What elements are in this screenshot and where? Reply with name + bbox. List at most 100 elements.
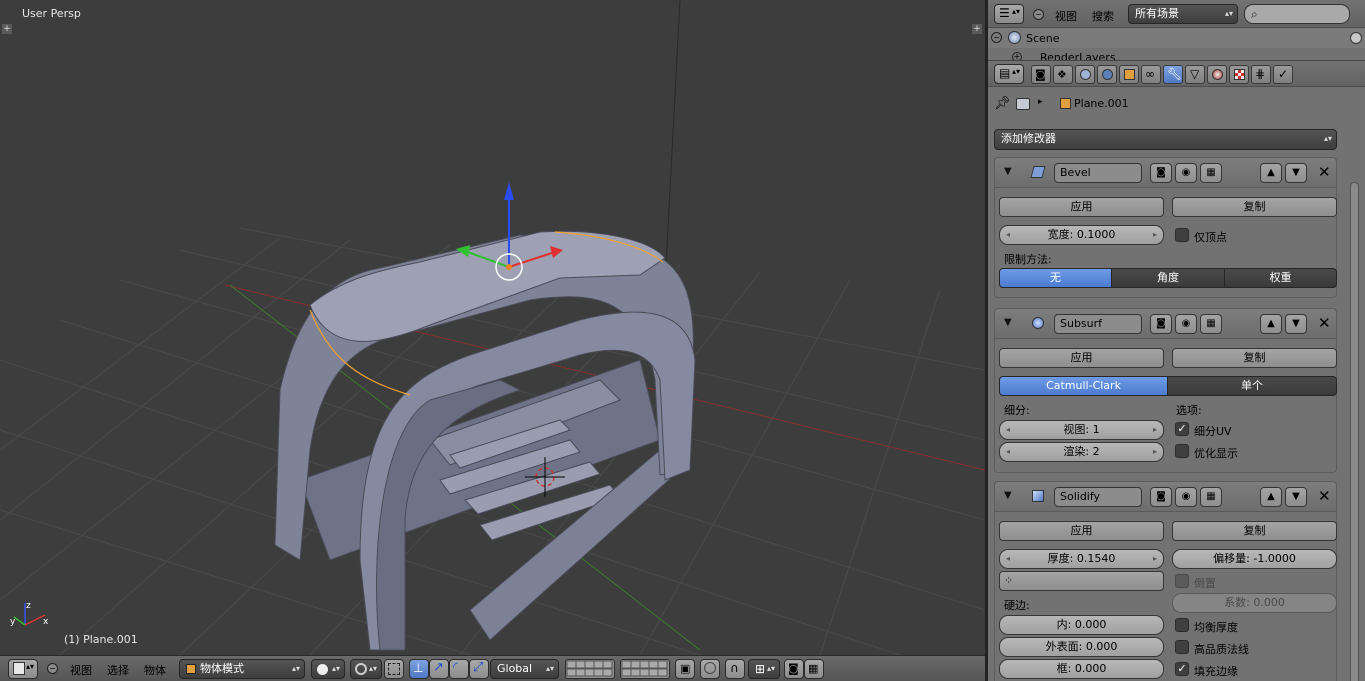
mode-dropdown[interactable]: 物体模式 ▴▾ — [179, 659, 305, 679]
collapse-triangle-icon[interactable]: ▼ — [1004, 317, 1012, 328]
solidify-render-toggle[interactable]: ◙ — [1150, 487, 1172, 507]
increment-arrow-icon[interactable]: ▸ — [1153, 550, 1157, 568]
bevel-limit-none-tab[interactable]: 无 — [999, 268, 1112, 288]
add-modifier-dropdown[interactable]: 添加修改器 ▴▾ — [994, 129, 1337, 150]
subsurf-optimal-display-checkbox[interactable] — [1175, 444, 1189, 458]
subsurf-subdivide-uvs-checkbox[interactable]: ✓ — [1175, 422, 1189, 436]
collapse-menu-icon[interactable]: − — [1033, 9, 1044, 20]
menu-object[interactable]: 物体 — [144, 662, 166, 678]
solidify-viewport-toggle[interactable]: ◉ — [1175, 487, 1197, 507]
decrement-arrow-icon[interactable]: ◂ — [1006, 226, 1010, 244]
subsurf-simple-tab[interactable]: 单个 — [1167, 376, 1337, 396]
expand-minus-icon[interactable]: − — [991, 32, 1002, 43]
solidify-rim-crease-field[interactable]: 框: 0.000 — [999, 659, 1164, 679]
solidify-even-thickness-checkbox[interactable] — [1175, 618, 1189, 632]
snap-element-dropdown[interactable]: ⊞ ▴▾ — [748, 659, 780, 679]
subsurf-move-up-button[interactable]: ▲ — [1260, 314, 1282, 334]
proportional-edit-button[interactable] — [700, 659, 720, 679]
properties-scrollbar[interactable] — [1350, 182, 1359, 681]
subsurf-move-down-button[interactable]: ▼ — [1285, 314, 1307, 334]
tab-constraints[interactable]: ∞ — [1141, 65, 1161, 84]
solidify-vertex-group-field[interactable]: ⁘ — [999, 571, 1164, 591]
solidify-high-quality-normals-checkbox[interactable] — [1175, 640, 1189, 654]
shading-dropdown[interactable]: ▴▾ — [311, 659, 345, 679]
increment-arrow-icon[interactable]: ▸ — [1153, 226, 1157, 244]
solidify-fill-rim-checkbox[interactable]: ✓ — [1175, 662, 1189, 676]
render-animation-button[interactable]: ▦ — [804, 659, 824, 679]
collapse-triangle-icon[interactable]: ▼ — [1004, 166, 1012, 177]
bevel-remove-close-icon[interactable]: ✕ — [1318, 163, 1331, 181]
solidify-copy-button[interactable]: 复制 — [1172, 521, 1337, 541]
bevel-editmode-toggle[interactable]: ▦ — [1200, 163, 1222, 183]
layer-lock-button[interactable]: ▣ — [675, 659, 695, 679]
outliner-scroll-handle[interactable] — [1350, 32, 1362, 44]
solidify-editmode-toggle[interactable]: ▦ — [1200, 487, 1222, 507]
solidify-remove-close-icon[interactable]: ✕ — [1318, 487, 1331, 505]
bevel-copy-button[interactable]: 复制 — [1172, 197, 1337, 217]
decrement-arrow-icon[interactable]: ◂ — [1006, 443, 1010, 461]
manipulator-center-button[interactable] — [384, 659, 404, 679]
area-split-left-icon[interactable]: + — [2, 24, 12, 34]
render-button[interactable]: ◙ — [784, 659, 804, 679]
manipulator-toggle-button[interactable]: ⊥ — [409, 659, 429, 679]
subsurf-editmode-toggle[interactable]: ▦ — [1200, 314, 1222, 334]
outliner-display-dropdown[interactable]: 所有场景 ▴▾ — [1128, 4, 1238, 24]
editor-type-button[interactable]: ▴▾ — [8, 659, 38, 679]
outliner-menu-view[interactable]: 视图 — [1055, 8, 1077, 24]
bevel-move-down-button[interactable]: ▼ — [1285, 163, 1307, 183]
solidify-flip-checkbox[interactable] — [1175, 574, 1189, 588]
menu-view[interactable]: 视图 — [70, 662, 92, 678]
properties-editor-type-button[interactable]: ▤ ▴▾ — [994, 64, 1024, 84]
increment-arrow-icon[interactable]: ▸ — [1153, 443, 1157, 461]
subsurf-name-field[interactable]: Subsurf — [1054, 314, 1142, 334]
tab-render[interactable]: ◙ — [1031, 65, 1051, 84]
menu-select[interactable]: 选择 — [107, 662, 129, 678]
bevel-viewport-toggle[interactable]: ◉ — [1175, 163, 1197, 183]
subsurf-catmull-clark-tab[interactable]: Catmull-Clark — [999, 376, 1168, 396]
scale-button[interactable]: ⤢ — [469, 659, 489, 679]
subsurf-apply-button[interactable]: 应用 — [999, 348, 1164, 368]
bevel-render-toggle[interactable]: ◙ — [1150, 163, 1172, 183]
solidify-outer-crease-field[interactable]: 外表面: 0.000 — [999, 637, 1164, 657]
subsurf-viewport-toggle[interactable]: ◉ — [1175, 314, 1197, 334]
solidify-apply-button[interactable]: 应用 — [999, 521, 1164, 541]
bevel-only-vertices-checkbox[interactable] — [1175, 228, 1189, 242]
tab-texture[interactable] — [1229, 65, 1249, 84]
collapse-menu-icon[interactable]: − — [47, 663, 58, 674]
decrement-arrow-icon[interactable]: ◂ — [1006, 550, 1010, 568]
solidify-thickness-field[interactable]: ◂ 厚度: 0.1540 ▸ — [999, 549, 1164, 569]
bevel-name-field[interactable]: Bevel — [1054, 163, 1142, 183]
layer-buttons-group-2[interactable] — [620, 659, 670, 679]
tab-modifiers[interactable]: 🔧︎ — [1163, 65, 1183, 84]
rotate-button[interactable]: ◜ — [449, 659, 469, 679]
outliner-menu-search[interactable]: 搜索 — [1092, 8, 1114, 24]
tab-object[interactable] — [1119, 65, 1139, 84]
solidify-name-field[interactable]: Solidify — [1054, 487, 1142, 507]
expand-plus-icon[interactable]: + — [1012, 52, 1022, 60]
subsurf-view-levels-field[interactable]: ◂ 视图: 1 ▸ — [999, 420, 1164, 440]
bevel-limit-weight-tab[interactable]: 权重 — [1224, 268, 1337, 288]
tree-row-scene[interactable]: − Scene — [988, 28, 1365, 48]
solidify-move-down-button[interactable]: ▼ — [1285, 487, 1307, 507]
increment-arrow-icon[interactable]: ▸ — [1153, 421, 1157, 439]
solidify-move-up-button[interactable]: ▲ — [1260, 487, 1282, 507]
bevel-limit-angle-tab[interactable]: 角度 — [1111, 268, 1225, 288]
area-split-right-icon[interactable]: + — [972, 24, 982, 34]
orientation-dropdown[interactable]: Global ▴▾ — [490, 659, 559, 679]
snap-toggle-button[interactable]: ∩ — [725, 659, 745, 679]
tree-row-renderlayers[interactable]: + RenderLayers — [988, 48, 1365, 60]
tab-material[interactable] — [1207, 65, 1227, 84]
bevel-apply-button[interactable]: 应用 — [999, 197, 1164, 217]
decrement-arrow-icon[interactable]: ◂ — [1006, 421, 1010, 439]
pin-icon[interactable]: 📌︎ — [994, 96, 1011, 111]
subsurf-render-levels-field[interactable]: ◂ 渲染: 2 ▸ — [999, 442, 1164, 462]
bevel-move-up-button[interactable]: ▲ — [1260, 163, 1282, 183]
collapse-triangle-icon[interactable]: ▼ — [1004, 490, 1012, 501]
bevel-width-field[interactable]: ◂ 宽度: 0.1000 ▸ — [999, 225, 1164, 245]
3d-viewport[interactable]: z x y User Persp (1) Plane.001 + + — [0, 0, 985, 655]
subsurf-copy-button[interactable]: 复制 — [1172, 348, 1337, 368]
solidify-inner-crease-field[interactable]: 内: 0.000 — [999, 615, 1164, 635]
tab-world[interactable] — [1097, 65, 1117, 84]
tab-scene[interactable] — [1075, 65, 1095, 84]
outliner-editor-type-button[interactable]: ☰ ▴▾ — [994, 4, 1024, 24]
